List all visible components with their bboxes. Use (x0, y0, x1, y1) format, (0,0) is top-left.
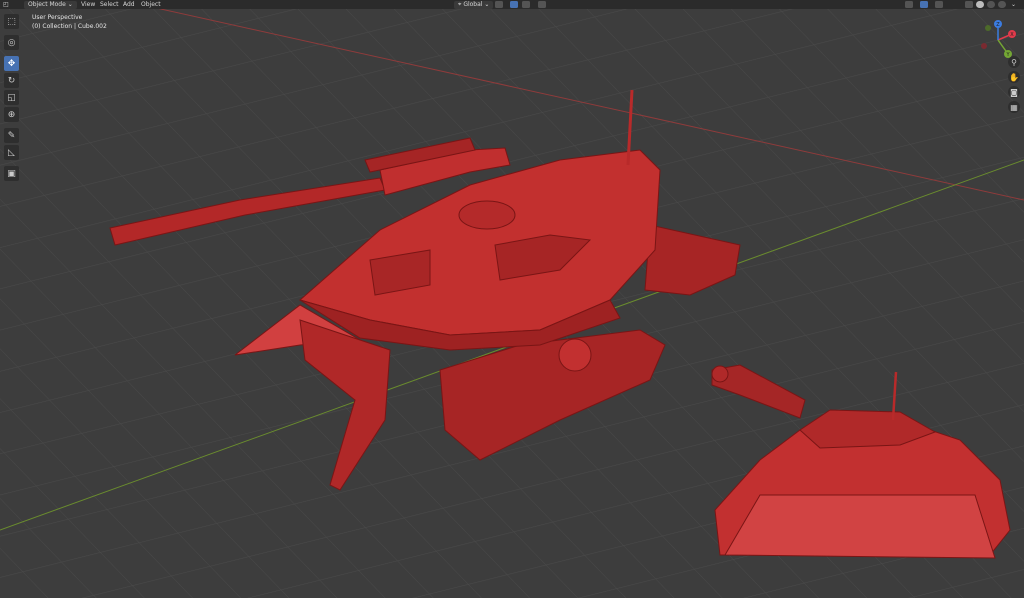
menu-add[interactable]: Add (123, 0, 135, 9)
viewport-header: ◰ Object Mode ⌄ View Select Add Object ⌖… (0, 0, 1024, 9)
snap-button[interactable] (510, 0, 518, 9)
menu-view[interactable]: View (81, 0, 95, 9)
wireframe-icon (965, 1, 973, 8)
mode-dropdown[interactable]: Object Mode ⌄ (24, 0, 77, 9)
tool-shelf: ⬚ ◎ ✥ ↻ ◱ ⊕ ✎ ◺ ▣ (4, 14, 21, 183)
proportional-edit-button[interactable] (538, 0, 546, 9)
annotate-icon[interactable]: ✎ (4, 128, 19, 143)
gizmo-icon (905, 1, 913, 8)
hand-icon[interactable]: ✋ (1008, 71, 1020, 83)
menu-select[interactable]: Select (100, 0, 119, 9)
add-cube-icon[interactable]: ▣ (4, 166, 19, 181)
shading-rendered[interactable] (998, 0, 1006, 9)
orientation-label: Global (463, 0, 483, 8)
xray-icon (935, 1, 943, 8)
scale-icon[interactable]: ◱ (4, 90, 19, 105)
cursor-icon[interactable]: ◎ (4, 35, 19, 50)
overlay-icon (920, 1, 928, 8)
chevron-down-icon: ⌄ (67, 0, 73, 8)
viewport-perspective-label: User Perspective (32, 14, 83, 21)
snap-target-button[interactable] (522, 0, 530, 9)
snap-icon (510, 1, 518, 8)
camera-icon[interactable]: ◙ (1008, 86, 1020, 98)
proportional-icon (538, 1, 546, 8)
select-box-icon[interactable]: ⬚ (4, 14, 19, 29)
gizmo-toggle[interactable] (905, 0, 913, 9)
gizmo-z-label: Z (996, 22, 1000, 28)
transform-icon[interactable]: ⊕ (4, 107, 19, 122)
shading-options[interactable]: ⌄ (1011, 0, 1016, 9)
transform-orientation-dropdown[interactable]: ⌖ Global ⌄ (454, 0, 494, 9)
orientation-icon: ⌖ (458, 0, 462, 8)
menu-object[interactable]: Object (141, 0, 161, 9)
pivot-button[interactable] (495, 0, 503, 9)
move-icon[interactable]: ✥ (4, 56, 19, 71)
solid-shading-icon (976, 1, 984, 8)
xray-toggle[interactable] (935, 0, 943, 9)
measure-icon[interactable]: ◺ (4, 145, 19, 160)
cube-icon: ◰ (3, 1, 9, 8)
chevron-down-icon: ⌄ (1011, 1, 1017, 8)
gizmo-neg-y[interactable] (985, 25, 991, 31)
material-shading-icon (987, 1, 995, 8)
shading-wireframe[interactable] (965, 0, 973, 9)
3d-viewport[interactable] (0, 0, 1024, 598)
viewport-collection-label: (0) Collection | Cube.002 (32, 23, 107, 30)
zoom-icon[interactable]: ⚲ (1008, 56, 1020, 68)
rotate-icon[interactable]: ↻ (4, 73, 19, 88)
pivot-icon (495, 1, 503, 8)
chevron-down-icon: ⌄ (484, 0, 490, 8)
shading-solid[interactable] (976, 0, 984, 9)
overlay-toggle[interactable] (920, 0, 928, 9)
shading-material[interactable] (987, 0, 995, 9)
grid-snap-icon (522, 1, 530, 8)
mode-label: Object Mode (28, 0, 66, 8)
grid-icon[interactable]: ▦ (1008, 101, 1020, 113)
rendered-shading-icon (998, 1, 1006, 8)
gizmo-x-label: X (1010, 32, 1014, 38)
editor-type-button[interactable]: ◰ (3, 0, 9, 9)
gizmo-neg-x[interactable] (981, 43, 987, 49)
